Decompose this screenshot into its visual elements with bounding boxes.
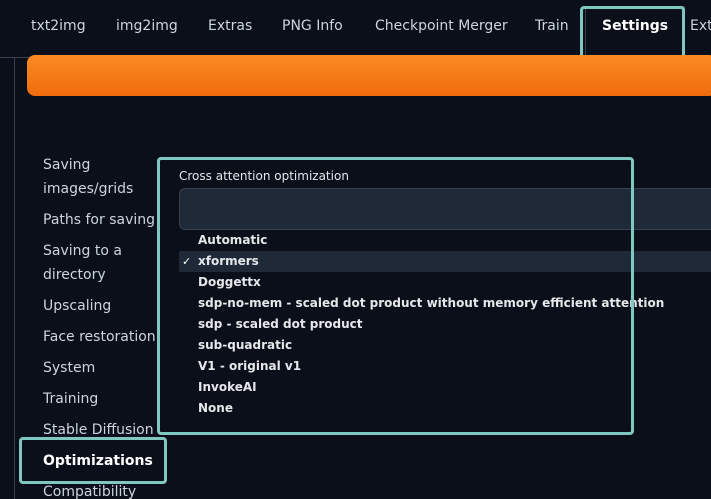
option-sdp[interactable]: sdp - scaled dot product bbox=[179, 314, 711, 335]
tab-checkpoint-merger[interactable]: Checkpoint Merger bbox=[375, 18, 508, 40]
cross-attention-label: Cross attention optimization bbox=[179, 169, 349, 183]
sidebar-item-training[interactable]: Training bbox=[43, 387, 98, 411]
option-label: sdp - scaled dot product bbox=[198, 317, 363, 331]
sidebar-item-face-restoration[interactable]: Face restoration bbox=[43, 325, 156, 349]
tab-settings[interactable]: Settings bbox=[602, 18, 668, 40]
option-label: sdp-no-mem - scaled dot product without … bbox=[198, 296, 665, 310]
tab-extras[interactable]: Extras bbox=[208, 18, 252, 40]
option-sdp-no-mem[interactable]: sdp-no-mem - scaled dot product without … bbox=[179, 293, 711, 314]
option-label: Doggettx bbox=[198, 275, 261, 289]
sidebar-item-system[interactable]: System bbox=[43, 356, 95, 380]
sidebar-item-saving-images[interactable]: Saving images/grids bbox=[43, 153, 153, 201]
sidebar-item-saving-to-directory[interactable]: Saving to a directory bbox=[43, 239, 148, 287]
sidebar-item-upscaling[interactable]: Upscaling bbox=[43, 294, 111, 318]
option-sub-quadratic[interactable]: sub-quadratic bbox=[179, 335, 711, 356]
tab-train[interactable]: Train bbox=[535, 18, 569, 40]
sidebar-item-compatibility[interactable]: Compatibility bbox=[43, 480, 136, 499]
option-label: sub-quadratic bbox=[198, 338, 293, 352]
option-label: None bbox=[198, 401, 233, 415]
main-tab-bar: txt2img img2img Extras PNG Info Checkpoi… bbox=[0, 0, 711, 63]
sidebar-item-paths-for-saving[interactable]: Paths for saving bbox=[43, 208, 155, 232]
option-label: InvokeAI bbox=[198, 380, 257, 394]
option-label: V1 - original v1 bbox=[198, 359, 302, 373]
option-doggettx[interactable]: Doggettx bbox=[179, 272, 711, 293]
apply-settings-button[interactable] bbox=[27, 55, 711, 96]
panel-border bbox=[14, 58, 15, 499]
tab-png-info[interactable]: PNG Info bbox=[282, 18, 343, 40]
option-xformers[interactable]: ✓ xformers bbox=[179, 251, 711, 272]
cross-attention-input[interactable] bbox=[179, 188, 711, 230]
tab-img2img[interactable]: img2img bbox=[116, 18, 178, 40]
option-label: xformers bbox=[198, 254, 259, 268]
sidebar-item-optimizations[interactable]: Optimizations bbox=[43, 449, 153, 473]
option-v1-original[interactable]: V1 - original v1 bbox=[179, 356, 711, 377]
option-none[interactable]: None bbox=[179, 398, 711, 419]
checkmark-icon: ✓ bbox=[182, 255, 192, 268]
tab-extensions[interactable]: Ext bbox=[690, 18, 711, 40]
settings-page: txt2img img2img Extras PNG Info Checkpoi… bbox=[0, 0, 711, 499]
option-label: Automatic bbox=[198, 233, 268, 247]
tab-txt2img[interactable]: txt2img bbox=[31, 18, 86, 40]
option-automatic[interactable]: Automatic bbox=[179, 230, 711, 251]
sidebar-item-stable-diffusion[interactable]: Stable Diffusion bbox=[43, 418, 154, 442]
option-invokeai[interactable]: InvokeAI bbox=[179, 377, 711, 398]
